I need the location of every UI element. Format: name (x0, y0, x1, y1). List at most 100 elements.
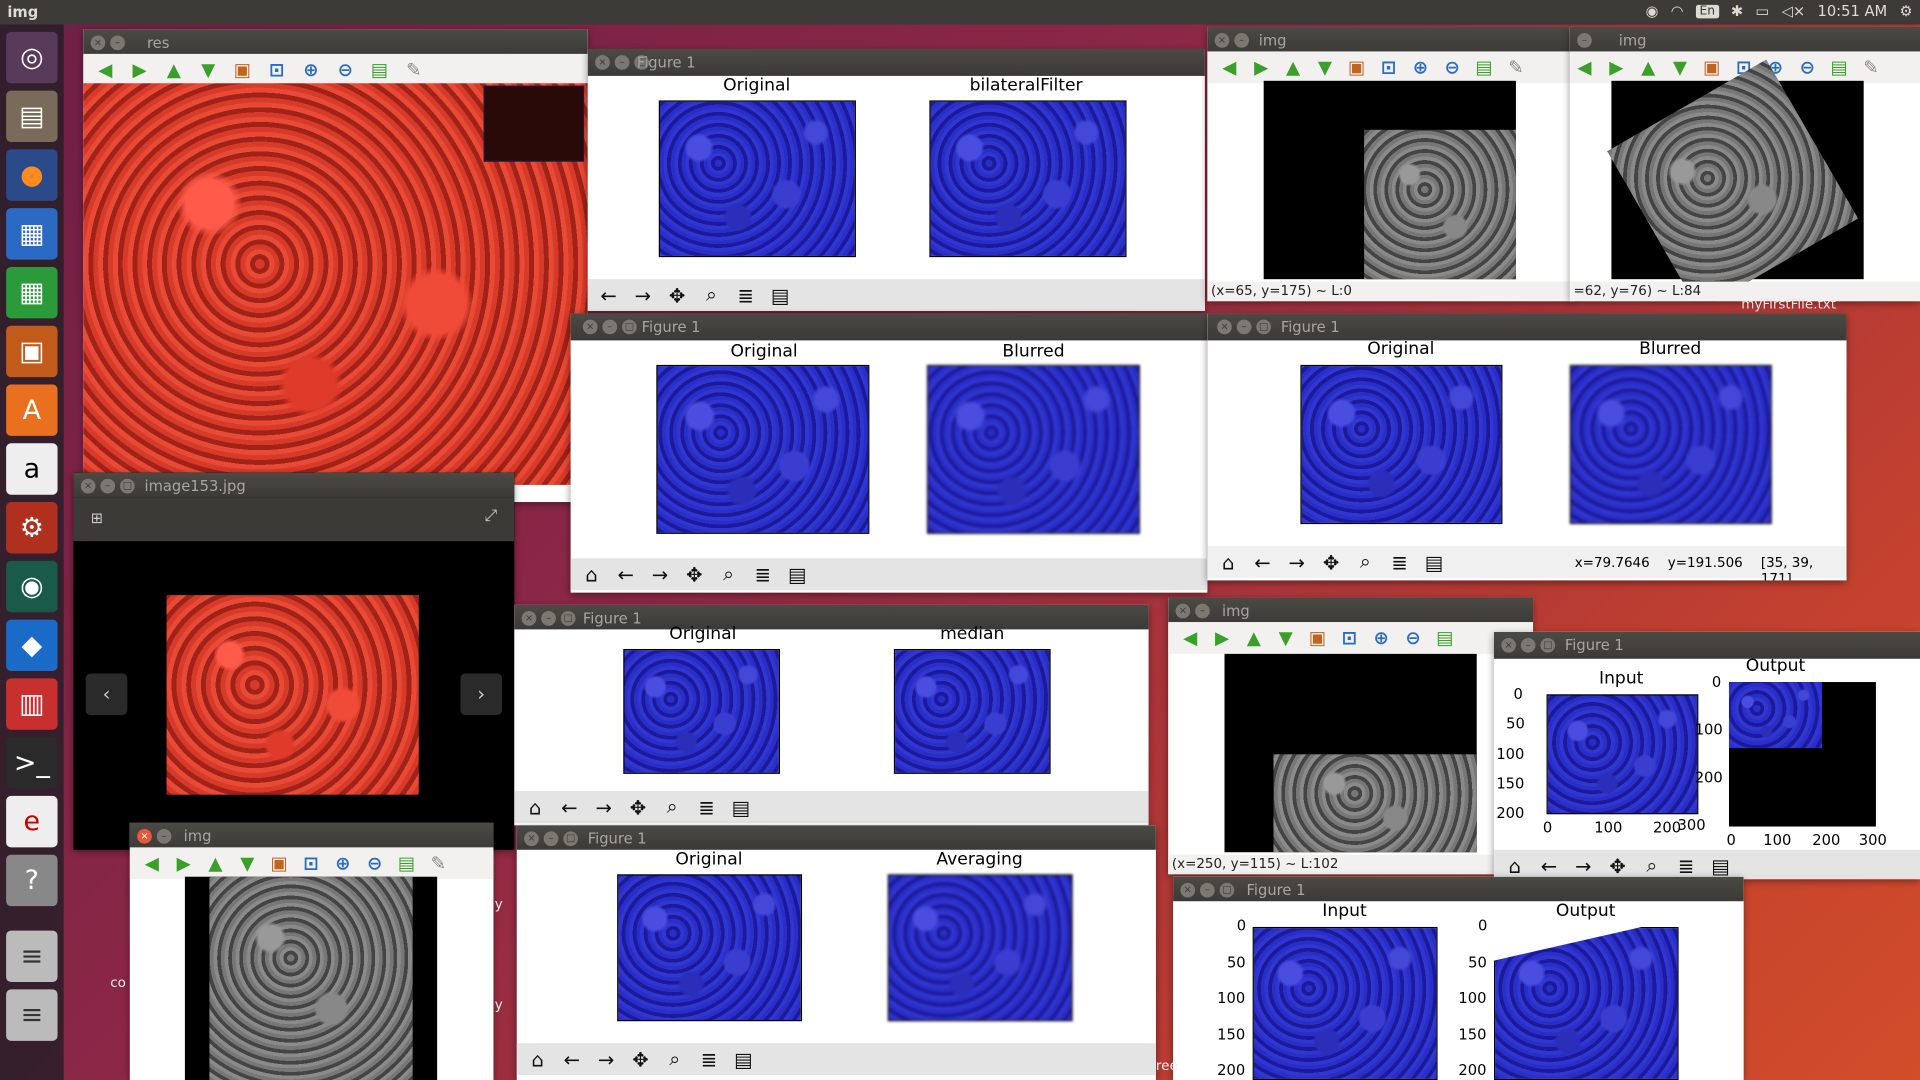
title-bar[interactable]: × – □ Figure 1 (1173, 876, 1744, 902)
writer-icon[interactable]: ▦ (6, 208, 58, 260)
pan-icon[interactable]: ✥ (681, 561, 708, 588)
arrow-right-icon[interactable]: → (1570, 852, 1597, 879)
chrome-icon[interactable]: ◉ (1646, 2, 1659, 19)
close-icon[interactable]: × (595, 55, 610, 70)
window-figure-blur-2[interactable]: × – □ Figure 1 Original Blurred ⌂ ← → ✥ ⌕ ≣ ▤ x… (1207, 313, 1847, 581)
image-output[interactable] (1493, 926, 1679, 1080)
arrow-up-icon[interactable]: ▲ (1242, 626, 1266, 650)
close-icon[interactable]: × (1175, 603, 1191, 619)
minimize-icon[interactable]: – (602, 319, 618, 335)
terminal-icon[interactable]: >_ (6, 737, 58, 789)
maximize-icon[interactable]: □ (622, 319, 637, 335)
arrow-down-icon[interactable]: ▼ (1313, 55, 1337, 79)
close-icon[interactable]: × (521, 611, 537, 626)
arrow-left-icon[interactable]: ← (1536, 852, 1563, 879)
window-figure-blur-1[interactable]: × – □ Figure 1 Original Blurred ⌂ ← → ✥ ⌕ ≣ ▤ (570, 313, 1208, 593)
arrow-down-icon[interactable]: ▼ (1668, 55, 1692, 79)
window-img-small[interactable]: × – img ◀ ▶ ▲ ▼ ▣ ⊡ ⊕ ⊖ ▤ ✎ (129, 822, 494, 1080)
zoom-in-icon[interactable]: ⊕ (1369, 626, 1393, 650)
close-icon[interactable]: × (1501, 637, 1516, 653)
maximize-icon[interactable]: □ (563, 831, 578, 847)
configure-icon[interactable]: ≣ (1673, 852, 1700, 879)
keyboard-layout-indicator[interactable]: En (1695, 4, 1719, 18)
zoom-icon[interactable]: ⌕ (1352, 549, 1379, 576)
configure-icon[interactable]: ≣ (693, 793, 720, 820)
title-bar[interactable]: – img (1569, 26, 1920, 54)
minimize-icon[interactable]: – (614, 55, 630, 70)
arrow-up-icon[interactable]: ▲ (162, 58, 186, 82)
arrow-right-icon[interactable]: → (629, 282, 656, 309)
zoom-fit-icon[interactable]: ⊡ (299, 851, 323, 875)
arrow-down-icon[interactable]: ▼ (235, 851, 259, 875)
zoom-in-icon[interactable]: ⊕ (1408, 55, 1432, 79)
minimize-icon[interactable]: – (1200, 882, 1215, 898)
window-img-a[interactable]: × – img ◀ ▶ ▲ ▼ ▣ ⊡ ⊕ ⊖ ▤ ✎ (x=65, y=175) ~ L:… (1207, 26, 1575, 302)
arrow-right-icon[interactable]: ▶ (171, 851, 195, 875)
pan-icon[interactable]: ✥ (1318, 549, 1345, 576)
camera-icon[interactable]: ◉ (6, 560, 58, 613)
save-icon[interactable]: ▤ (1433, 626, 1457, 650)
vscode-icon[interactable]: ◆ (6, 619, 58, 672)
arrow-down-icon[interactable]: ▼ (1273, 626, 1297, 650)
window-image-viewer[interactable]: × – □ image153.jpg ⊞ ⤢ ‹ › (73, 472, 515, 850)
save-icon[interactable]: ▤ (1472, 55, 1496, 79)
zoom-fit-icon[interactable]: ⊡ (1337, 626, 1361, 650)
minimize-icon[interactable]: – (100, 478, 116, 494)
brush-icon[interactable]: ✎ (402, 58, 426, 82)
image-original[interactable] (658, 100, 856, 258)
bluetooth-icon[interactable]: ✱ (1731, 2, 1743, 19)
pan-icon[interactable]: ✥ (627, 1046, 654, 1073)
image-original[interactable] (656, 364, 870, 534)
window-figure-io-2[interactable]: × – □ Figure 1 Input Output 0 50 100 150 2… (1173, 876, 1744, 1080)
window-figure-median[interactable]: × – □ Figure 1 Original median ⌂ ← → ✥ ⌕ ≣ ▤ (514, 604, 1149, 826)
zoom-icon[interactable]: ⌕ (661, 1046, 688, 1073)
image-icon[interactable]: ▣ (1344, 55, 1368, 79)
arrow-left-icon[interactable]: ◀ (1572, 55, 1596, 79)
amazon-icon[interactable]: a (6, 443, 58, 495)
zoom-icon[interactable]: ⌕ (1638, 852, 1665, 879)
title-bar[interactable]: × – img (1168, 597, 1534, 625)
e-icon[interactable]: e (6, 795, 58, 848)
arrow-left-icon[interactable]: ← (612, 561, 639, 588)
title-bar[interactable]: × – □ Figure 1 (1493, 631, 1920, 659)
configure-icon[interactable]: ≣ (732, 282, 759, 309)
minimize-icon[interactable]: – (1195, 603, 1210, 619)
image-original[interactable] (1300, 364, 1503, 525)
arrow-left-icon[interactable]: ← (1249, 549, 1276, 576)
title-bar[interactable]: × – □ Figure 1 (570, 313, 1208, 341)
save-icon[interactable]: ▤ (394, 851, 418, 875)
title-bar[interactable]: × – img (1207, 26, 1575, 54)
zoom-out-icon[interactable]: ⊖ (1440, 55, 1464, 79)
close-icon[interactable]: × (1214, 33, 1230, 48)
workspaces-icon[interactable]: ≡ (6, 930, 58, 983)
zoom-icon[interactable]: ⌕ (659, 793, 686, 820)
window-figure-averaging[interactable]: × – □ Figure 1 Original Averaging ⌂ ← → ✥ ⌕ ≣ ▤ (516, 825, 1156, 1080)
window-img-b[interactable]: – img ◀ ▶ ▲ ▼ ▣ ⊡ ⊕ ⊖ ▤ ✎ =62, y=76) ~ L:84 (1569, 26, 1920, 302)
zoom-in-icon[interactable]: ⊕ (299, 58, 323, 82)
save-icon[interactable]: ▤ (767, 282, 794, 309)
title-bar[interactable]: × – img (129, 822, 494, 850)
title-bar[interactable]: × – □ Figure 1 (1207, 313, 1847, 341)
image-view[interactable] (1263, 80, 1516, 280)
arrow-up-icon[interactable]: ▲ (203, 851, 227, 875)
image-input[interactable] (1546, 694, 1699, 815)
arrow-left-icon[interactable]: ← (556, 793, 583, 820)
arrow-right-icon[interactable]: ▶ (127, 58, 151, 82)
minimize-icon[interactable]: – (1577, 33, 1592, 48)
add-icon[interactable]: ⊞ (91, 509, 103, 526)
trash-icon[interactable]: ≡ (6, 989, 58, 1041)
minimize-icon[interactable]: – (543, 831, 559, 847)
maximize-icon[interactable]: □ (1540, 637, 1556, 653)
wifi-icon[interactable]: ◠ (1671, 2, 1684, 19)
minimize-icon[interactable]: – (541, 611, 556, 626)
title-bar[interactable]: × – □ Figure 1 (516, 825, 1156, 850)
image-averaged[interactable] (887, 874, 1073, 1022)
window-img-c[interactable]: × – img ◀ ▶ ▲ ▼ ▣ ⊡ ⊕ ⊖ ▤ (x=250, y=115) ~ L:… (1168, 597, 1534, 875)
window-figure-bilateral[interactable]: × – □ Figure 1 Original bilateralFilter ← →… (587, 48, 1205, 312)
minimize-icon[interactable]: – (1234, 33, 1249, 48)
volume-icon[interactable]: ◁× (1782, 2, 1806, 19)
save-icon[interactable]: ▤ (367, 58, 391, 82)
arrow-left-icon[interactable]: ← (595, 282, 622, 309)
save-icon[interactable]: ▤ (730, 1046, 757, 1073)
firefox-icon[interactable]: ● (6, 149, 58, 201)
